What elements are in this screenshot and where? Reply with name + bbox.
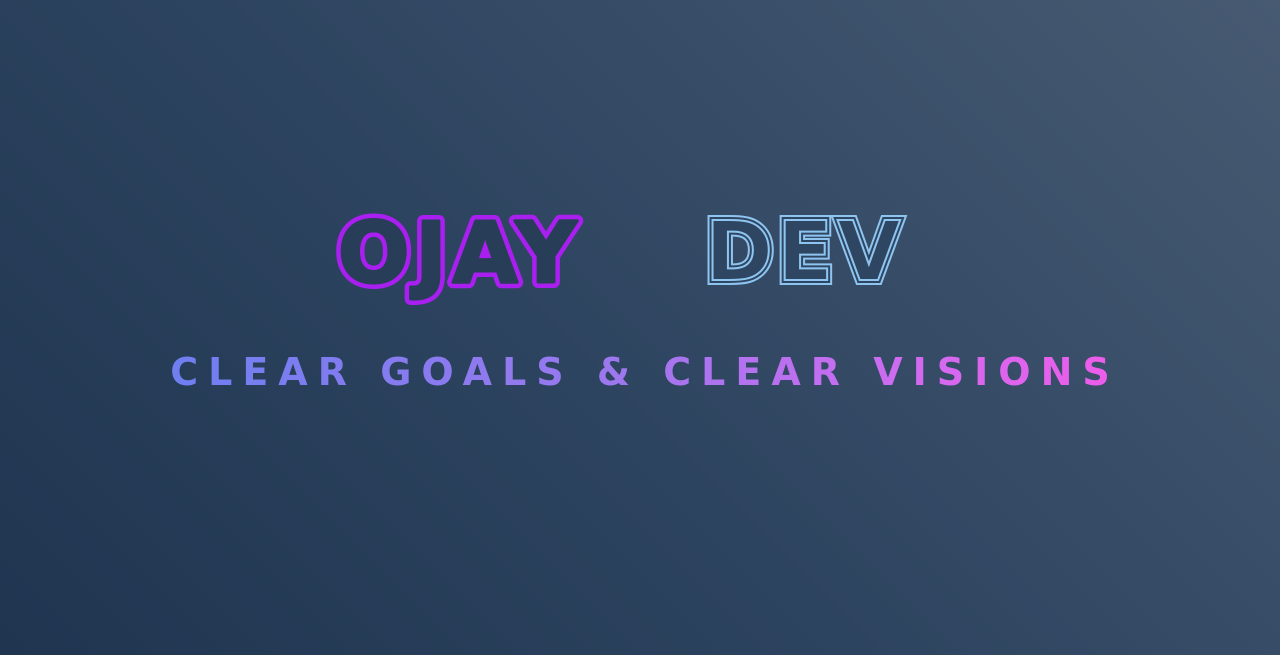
logo-word-dev-core: DEV <box>705 205 905 300</box>
logo-svg: OJAY OJAY DEV DEV DEV <box>332 198 906 308</box>
logo: OJAY OJAY DEV DEV DEV <box>332 198 906 308</box>
tagline: CLEAR GOALS & CLEAR VISIONS <box>5 348 1280 396</box>
logo-word-ojay-inner: OJAY <box>338 204 582 302</box>
banner: { "logo": { "word1": "OJAY", "word2": "D… <box>0 0 1280 655</box>
tagline-text: CLEAR GOALS & CLEAR VISIONS <box>170 350 1120 394</box>
